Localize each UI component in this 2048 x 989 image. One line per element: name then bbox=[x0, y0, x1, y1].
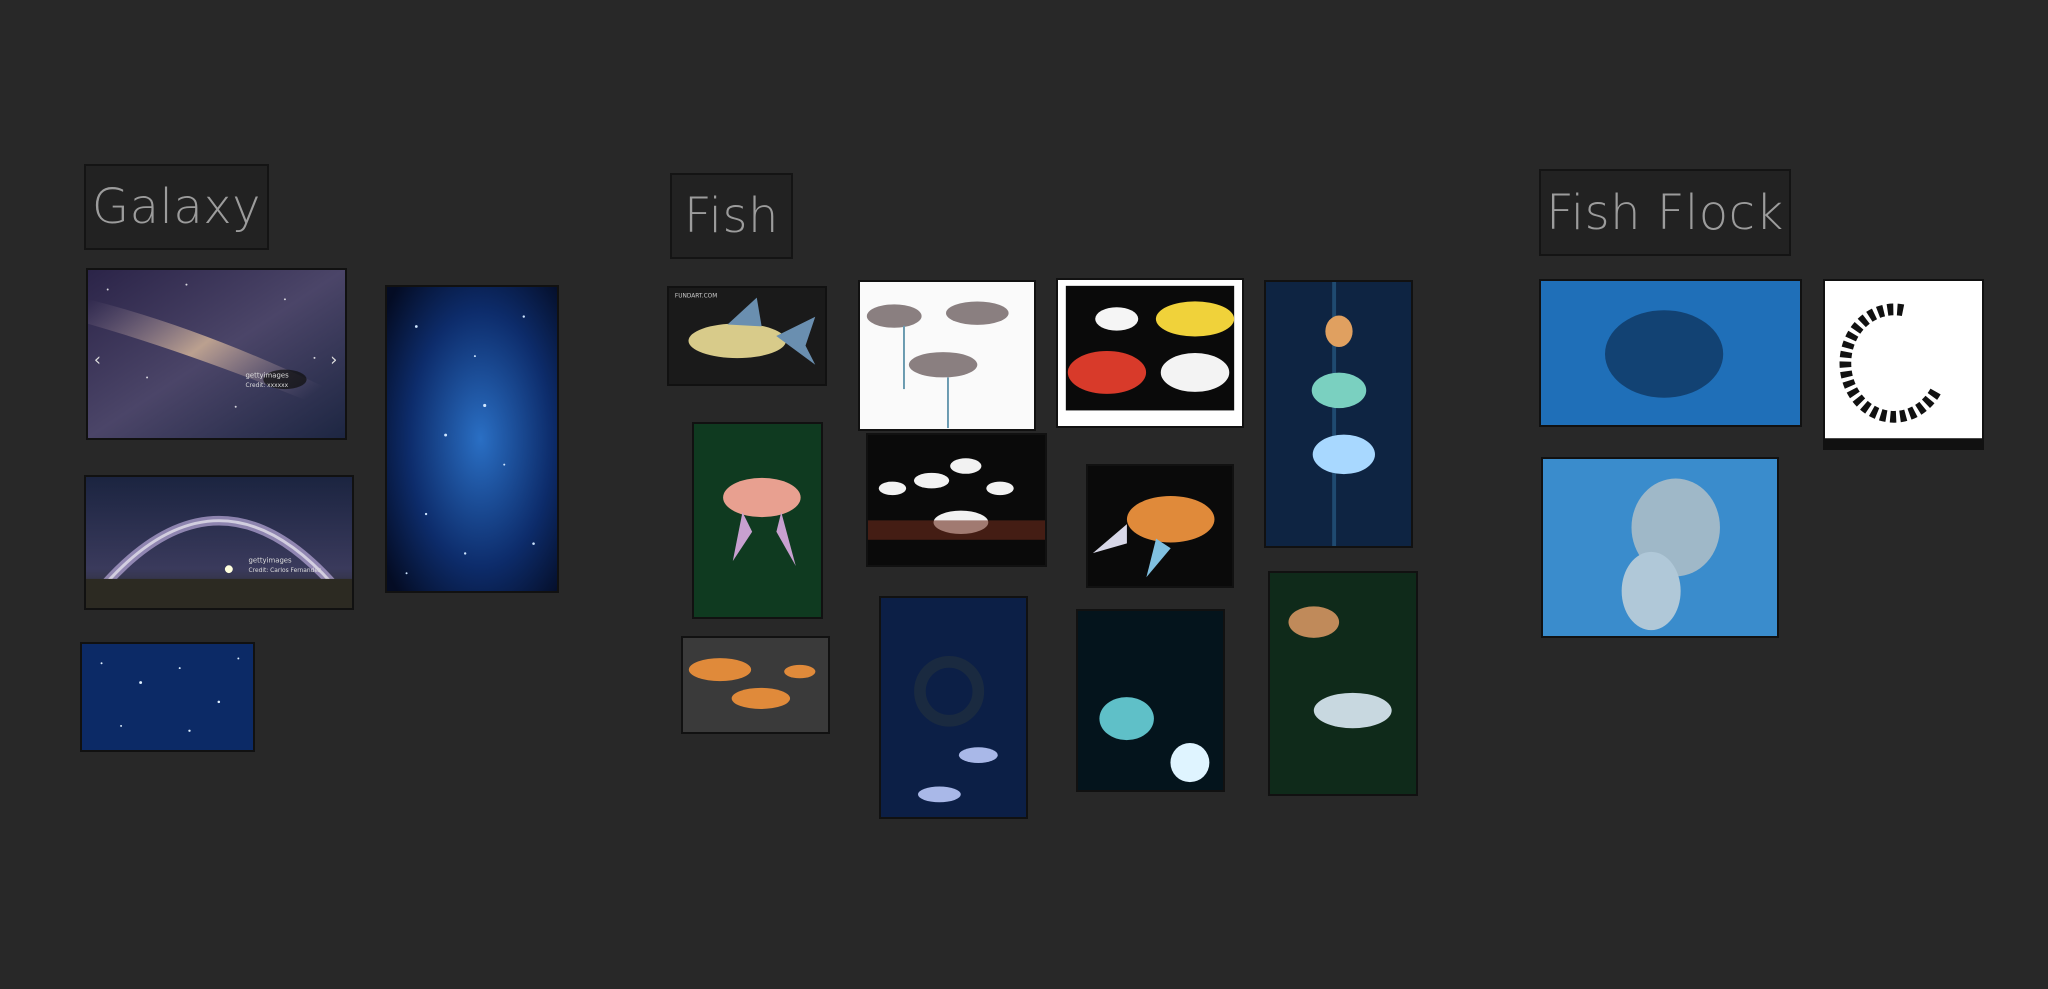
fish-goldfish-night-card[interactable] bbox=[866, 433, 1047, 567]
fish-garden-koi-card[interactable] bbox=[1268, 571, 1418, 796]
flock-underwater-card[interactable] bbox=[1539, 279, 1802, 427]
group-label-galaxy[interactable]: Galaxy bbox=[84, 164, 269, 250]
fish-lantern-trio-card[interactable] bbox=[681, 636, 830, 734]
galaxy-milky-way-card[interactable]: gettyimages Credit: xxxxxx ‹ › bbox=[86, 268, 347, 440]
fish-glowing-koi-card[interactable] bbox=[1076, 609, 1225, 792]
galaxy-nebula-card[interactable] bbox=[385, 285, 559, 593]
fish-koi-lanterns-bright-card[interactable] bbox=[1056, 278, 1244, 428]
group-label-fish-flock[interactable]: Fish Flock bbox=[1539, 169, 1791, 256]
fish-orange-koi-card[interactable] bbox=[1086, 464, 1234, 588]
next-arrow-icon[interactable]: › bbox=[330, 351, 337, 371]
fish-hanging-lantern-card[interactable] bbox=[1264, 280, 1413, 548]
group-label-fish[interactable]: Fish bbox=[670, 173, 793, 259]
watermark-text: FUNDART.COM bbox=[675, 294, 717, 300]
watermark-text: gettyimages bbox=[246, 371, 290, 379]
fish-koi-sculptures-card[interactable] bbox=[858, 280, 1036, 431]
galaxy-arch-card[interactable]: gettyimages Credit: Carlos Fernandez bbox=[84, 475, 354, 610]
fish-pink-koi-card[interactable] bbox=[692, 422, 823, 619]
flock-school-card[interactable] bbox=[1541, 457, 1779, 638]
flock-ring-illustration-card[interactable] bbox=[1823, 279, 1984, 450]
credit-text: Credit: xxxxxx bbox=[246, 383, 289, 389]
prev-arrow-icon[interactable]: ‹ bbox=[94, 351, 101, 371]
galaxy-starfield-card[interactable] bbox=[80, 642, 255, 752]
fish-hanging-mobile-card[interactable] bbox=[879, 596, 1028, 819]
fish-lantern-gold-card[interactable]: FUNDART.COM bbox=[667, 286, 827, 386]
credit-text: Credit: Carlos Fernandez bbox=[249, 568, 322, 574]
watermark-text: gettyimages bbox=[249, 556, 293, 564]
